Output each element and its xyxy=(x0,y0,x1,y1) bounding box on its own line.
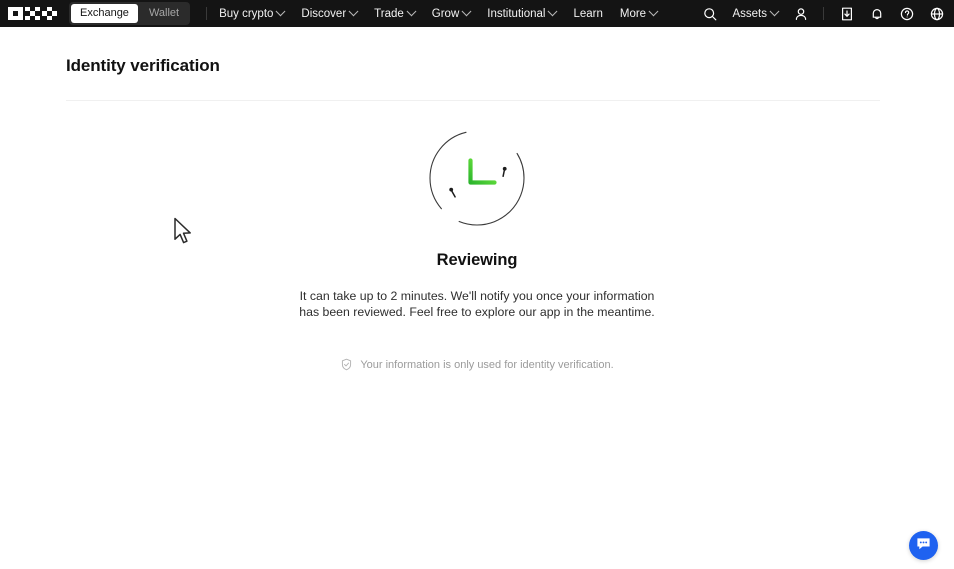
search-icon[interactable] xyxy=(702,6,717,21)
person-icon[interactable] xyxy=(793,6,808,21)
reviewing-spinner xyxy=(418,119,536,237)
nav-item-trade[interactable]: Trade xyxy=(374,6,417,20)
chevron-down-icon xyxy=(406,6,417,17)
review-status-panel: Reviewing It can take up to 2 minutes. W… xyxy=(0,119,954,371)
assets-label: Assets xyxy=(732,7,767,20)
nav-item-institutional[interactable]: Institutional xyxy=(487,6,558,20)
chat-support-button[interactable] xyxy=(909,531,938,560)
nav-label: Buy crypto xyxy=(219,7,274,20)
privacy-note: Your information is only used for identi… xyxy=(340,358,614,371)
top-navigation-bar: Exchange Wallet Buy crypto Discover Trad… xyxy=(0,0,954,27)
chat-bubble-icon xyxy=(915,535,932,557)
nav-item-assets[interactable]: Assets xyxy=(732,6,780,20)
product-toggle[interactable]: Exchange Wallet xyxy=(69,2,191,25)
privacy-note-text: Your information is only used for identi… xyxy=(360,358,614,371)
title-divider xyxy=(66,100,880,101)
okx-logo-k xyxy=(25,7,40,20)
page-body: Identity verification Reviewing It can t… xyxy=(0,27,954,569)
nav-label: Discover xyxy=(301,7,347,20)
nav-label: Grow xyxy=(431,7,460,20)
primary-nav: Buy crypto Discover Trade Grow Instituti… xyxy=(219,6,659,20)
okx-logo-o xyxy=(8,7,23,20)
chevron-down-icon xyxy=(548,6,558,17)
download-icon[interactable] xyxy=(839,6,854,21)
status-description: It can take up to 2 minutes. We'll notif… xyxy=(299,289,655,319)
status-title: Reviewing xyxy=(436,251,518,269)
page-title: Identity verification xyxy=(66,56,220,75)
nav-item-discover[interactable]: Discover xyxy=(301,6,359,20)
nav-label: More xyxy=(619,7,647,20)
nav-item-learn[interactable]: Learn xyxy=(573,8,602,20)
nav-label: Learn xyxy=(573,7,603,20)
okx-logo-x xyxy=(42,7,57,20)
okx-logo[interactable] xyxy=(8,7,57,20)
header-divider xyxy=(206,7,208,20)
toggle-wallet[interactable]: Wallet xyxy=(140,4,188,23)
globe-icon[interactable] xyxy=(929,6,944,21)
nav-item-grow[interactable]: Grow xyxy=(431,6,472,20)
nav-label: Trade xyxy=(374,7,404,20)
chevron-down-icon xyxy=(348,6,359,17)
nav-item-buy-crypto[interactable]: Buy crypto xyxy=(219,6,286,20)
bell-icon[interactable] xyxy=(869,6,884,21)
header-actions-divider xyxy=(823,7,824,20)
chevron-down-icon xyxy=(769,6,780,17)
shield-check-icon xyxy=(340,358,353,371)
chevron-down-icon xyxy=(275,6,286,17)
nav-item-more[interactable]: More xyxy=(619,6,659,20)
toggle-exchange[interactable]: Exchange xyxy=(71,4,138,23)
chevron-down-icon xyxy=(648,6,659,17)
question-circle-icon[interactable] xyxy=(899,6,914,21)
nav-label: Institutional xyxy=(487,7,546,20)
header-actions: Assets xyxy=(702,6,944,21)
chevron-down-icon xyxy=(461,6,472,17)
